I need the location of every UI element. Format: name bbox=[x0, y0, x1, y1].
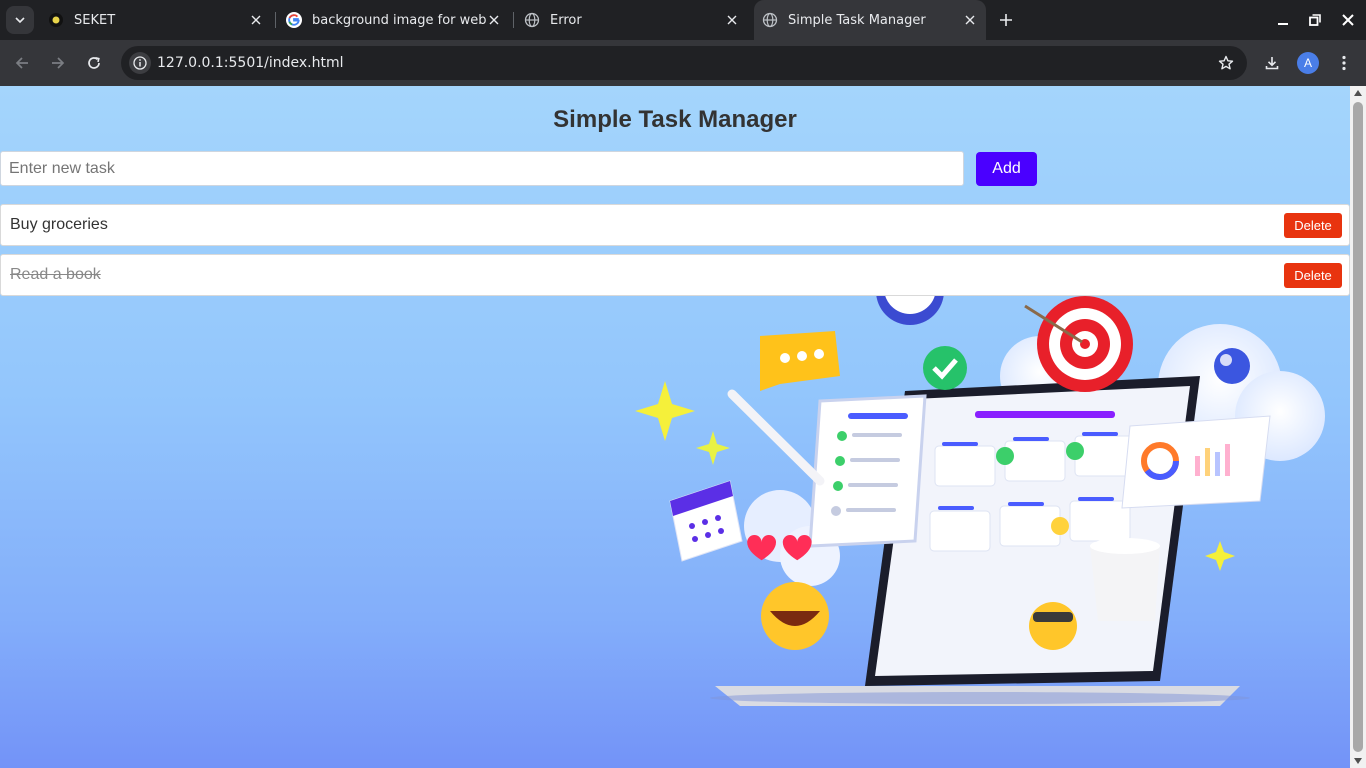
tab-seket[interactable]: SEKET bbox=[40, 0, 272, 40]
url-text[interactable]: 127.0.0.1:5501/index.html bbox=[157, 46, 344, 80]
download-icon bbox=[1265, 57, 1279, 70]
tab-separator bbox=[513, 12, 514, 28]
close-icon[interactable] bbox=[248, 12, 264, 28]
close-icon[interactable] bbox=[724, 12, 740, 28]
productivity-illustration bbox=[635, 276, 1325, 706]
task-item-completed[interactable]: Read a book Delete bbox=[0, 254, 1350, 296]
tab-title: Simple Task Manager bbox=[788, 12, 926, 28]
back-button[interactable] bbox=[10, 51, 34, 75]
tab-google-search[interactable]: background image for websit bbox=[278, 0, 510, 40]
downloads-button[interactable] bbox=[1260, 51, 1284, 75]
triangle-down-icon bbox=[1354, 758, 1362, 764]
kebab-menu-icon bbox=[1342, 55, 1346, 71]
page-viewport: Simple Task Manager Add Buy groceries De… bbox=[0, 86, 1350, 768]
close-icon[interactable] bbox=[486, 12, 502, 28]
tab-simple-task-manager[interactable]: Simple Task Manager bbox=[754, 0, 986, 40]
globe-icon bbox=[762, 12, 778, 28]
bookmark-button[interactable] bbox=[1217, 54, 1235, 72]
forward-button[interactable] bbox=[46, 51, 70, 75]
task-item[interactable]: Buy groceries Delete bbox=[0, 204, 1350, 246]
new-task-input[interactable] bbox=[0, 151, 964, 186]
tab-title: Error bbox=[550, 12, 582, 28]
arrow-left-icon bbox=[15, 57, 28, 69]
tab-strip: SEKET background image for websit Error … bbox=[0, 0, 1366, 40]
delete-task-button[interactable]: Delete bbox=[1284, 213, 1342, 238]
page-title: Simple Task Manager bbox=[553, 106, 797, 133]
delete-task-button[interactable]: Delete bbox=[1284, 263, 1342, 288]
star-icon bbox=[1218, 55, 1234, 70]
minimize-button[interactable] bbox=[1273, 10, 1293, 30]
task-text[interactable]: Buy groceries bbox=[10, 205, 108, 245]
tab-separator bbox=[275, 12, 276, 28]
info-icon bbox=[133, 56, 147, 70]
profile-avatar[interactable]: A bbox=[1297, 52, 1319, 74]
restore-icon bbox=[1309, 14, 1321, 26]
new-tab-button[interactable] bbox=[996, 10, 1016, 30]
arrow-right-icon bbox=[52, 57, 65, 69]
seket-logo-icon bbox=[48, 12, 64, 28]
close-window-button[interactable] bbox=[1338, 10, 1358, 30]
task-text[interactable]: Read a book bbox=[10, 255, 101, 295]
globe-icon bbox=[524, 12, 540, 28]
plus-icon bbox=[1000, 14, 1012, 26]
reload-button[interactable] bbox=[82, 51, 106, 75]
scroll-down-button[interactable] bbox=[1350, 754, 1366, 768]
site-info-button[interactable] bbox=[129, 52, 151, 74]
minimize-icon bbox=[1278, 23, 1288, 25]
tab-title: SEKET bbox=[74, 12, 116, 28]
tab-title: background image for websit bbox=[312, 12, 486, 28]
scroll-up-button[interactable] bbox=[1350, 86, 1366, 100]
scroll-thumb[interactable] bbox=[1353, 102, 1363, 752]
chevron-down-icon bbox=[15, 17, 25, 24]
restore-button[interactable] bbox=[1305, 10, 1325, 30]
add-task-button[interactable]: Add bbox=[976, 152, 1037, 186]
close-icon bbox=[1342, 14, 1354, 26]
browser-menu-button[interactable] bbox=[1332, 51, 1356, 75]
tab-search-button[interactable] bbox=[6, 6, 34, 34]
address-bar[interactable]: 127.0.0.1:5501/index.html bbox=[121, 46, 1247, 80]
reload-icon bbox=[88, 57, 100, 69]
browser-toolbar: 127.0.0.1:5501/index.html bbox=[0, 40, 1366, 86]
google-icon bbox=[286, 12, 302, 28]
tab-error[interactable]: Error bbox=[516, 0, 748, 40]
page-scrollbar[interactable] bbox=[1350, 86, 1366, 768]
close-icon[interactable] bbox=[962, 12, 978, 28]
triangle-up-icon bbox=[1354, 90, 1362, 96]
